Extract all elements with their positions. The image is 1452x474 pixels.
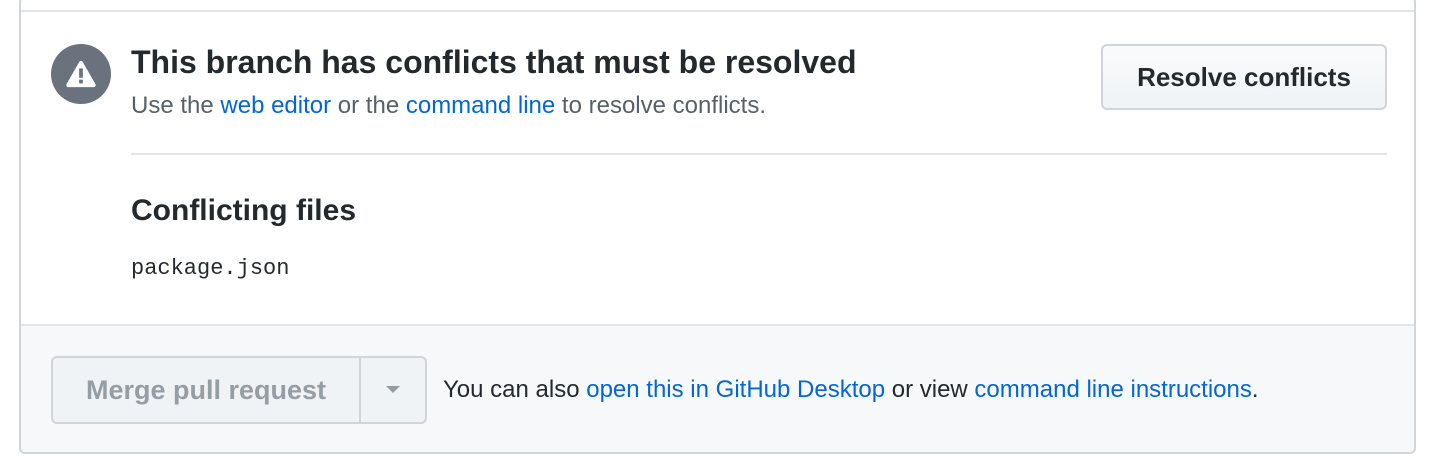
desc-middle: or the: [331, 92, 406, 119]
conflicting-files-heading: Conflicting files: [131, 194, 356, 227]
merge-box: This branch has conflicts that must be r…: [19, 0, 1416, 454]
command-line-instructions-link[interactable]: command line instructions: [974, 376, 1251, 403]
previous-section-edge: [21, 0, 1414, 12]
merge-options-dropdown[interactable]: [361, 358, 425, 422]
merge-pull-request-button[interactable]: Merge pull request: [53, 358, 361, 422]
command-line-link[interactable]: command line: [406, 92, 555, 119]
web-editor-link[interactable]: web editor: [220, 92, 331, 119]
conflicting-file-item: package.json: [131, 256, 290, 281]
conflict-title: This branch has conflicts that must be r…: [131, 44, 857, 80]
resolve-conflicts-button[interactable]: Resolve conflicts: [1101, 44, 1387, 110]
conflict-description: Use the web editor or the command line t…: [131, 92, 766, 120]
triangle-down-icon: [386, 386, 400, 393]
footer-middle: or view: [885, 376, 975, 403]
divider: [131, 153, 1387, 155]
desc-suffix: to resolve conflicts.: [555, 92, 766, 119]
merge-button-group: Merge pull request: [51, 356, 427, 424]
open-in-desktop-link[interactable]: open this in GitHub Desktop: [586, 376, 885, 403]
desc-prefix: Use the: [131, 92, 221, 119]
footer-suffix: .: [1251, 376, 1259, 403]
footer-prefix: You can also: [443, 376, 587, 403]
alert-icon: [51, 44, 111, 104]
merge-footer: Merge pull request You can also open thi…: [21, 324, 1414, 452]
footer-text: You can also open this in GitHub Desktop…: [443, 376, 1259, 404]
